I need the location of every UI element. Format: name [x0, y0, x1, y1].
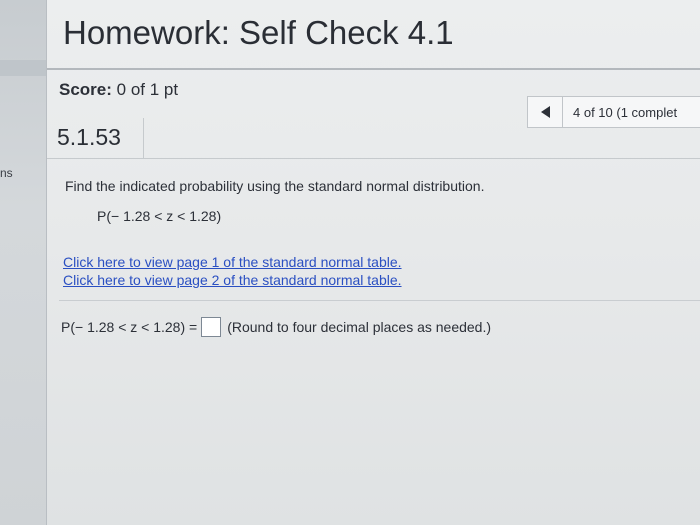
answer-prefix: P(− 1.28 < z < 1.28) = — [61, 319, 198, 335]
divider — [47, 158, 700, 159]
previous-question-button[interactable] — [528, 97, 563, 127]
left-sidebar-edge: ns — [0, 0, 47, 525]
left-arrow-icon — [540, 106, 550, 118]
question-position[interactable]: 4 of 10 (1 complet — [563, 105, 677, 120]
score-label: Score: — [59, 80, 112, 99]
question-instruction: Find the indicated probability using the… — [65, 178, 485, 194]
answer-hint: (Round to four decimal places as needed.… — [227, 319, 492, 335]
answer-separator — [59, 300, 700, 301]
normal-table-page2-link[interactable]: Click here to view page 2 of the standar… — [63, 272, 402, 288]
page-title: Homework: Self Check 4.1 — [63, 14, 454, 51]
title-bar: Homework: Self Check 4.1 — [47, 0, 700, 70]
question-number: 5.1.53 — [57, 124, 121, 150]
normal-table-page1-link[interactable]: Click here to view page 1 of the standar… — [63, 254, 402, 270]
sidebar-fragment-text: ns — [0, 166, 13, 180]
score-display: Score: 0 of 1 pt — [59, 80, 178, 100]
answer-input[interactable] — [201, 317, 222, 337]
probability-expression: P(− 1.28 < z < 1.28) — [97, 208, 222, 224]
question-navigator: 4 of 10 (1 complet — [527, 96, 700, 128]
answer-row: P(− 1.28 < z < 1.28) = (Round to four de… — [61, 317, 491, 337]
homework-panel: Homework: Self Check 4.1 Score: 0 of 1 p… — [47, 0, 700, 525]
question-number-box: 5.1.53 — [47, 118, 144, 159]
score-value: 0 of 1 pt — [116, 80, 179, 99]
sidebar-band — [0, 60, 46, 76]
